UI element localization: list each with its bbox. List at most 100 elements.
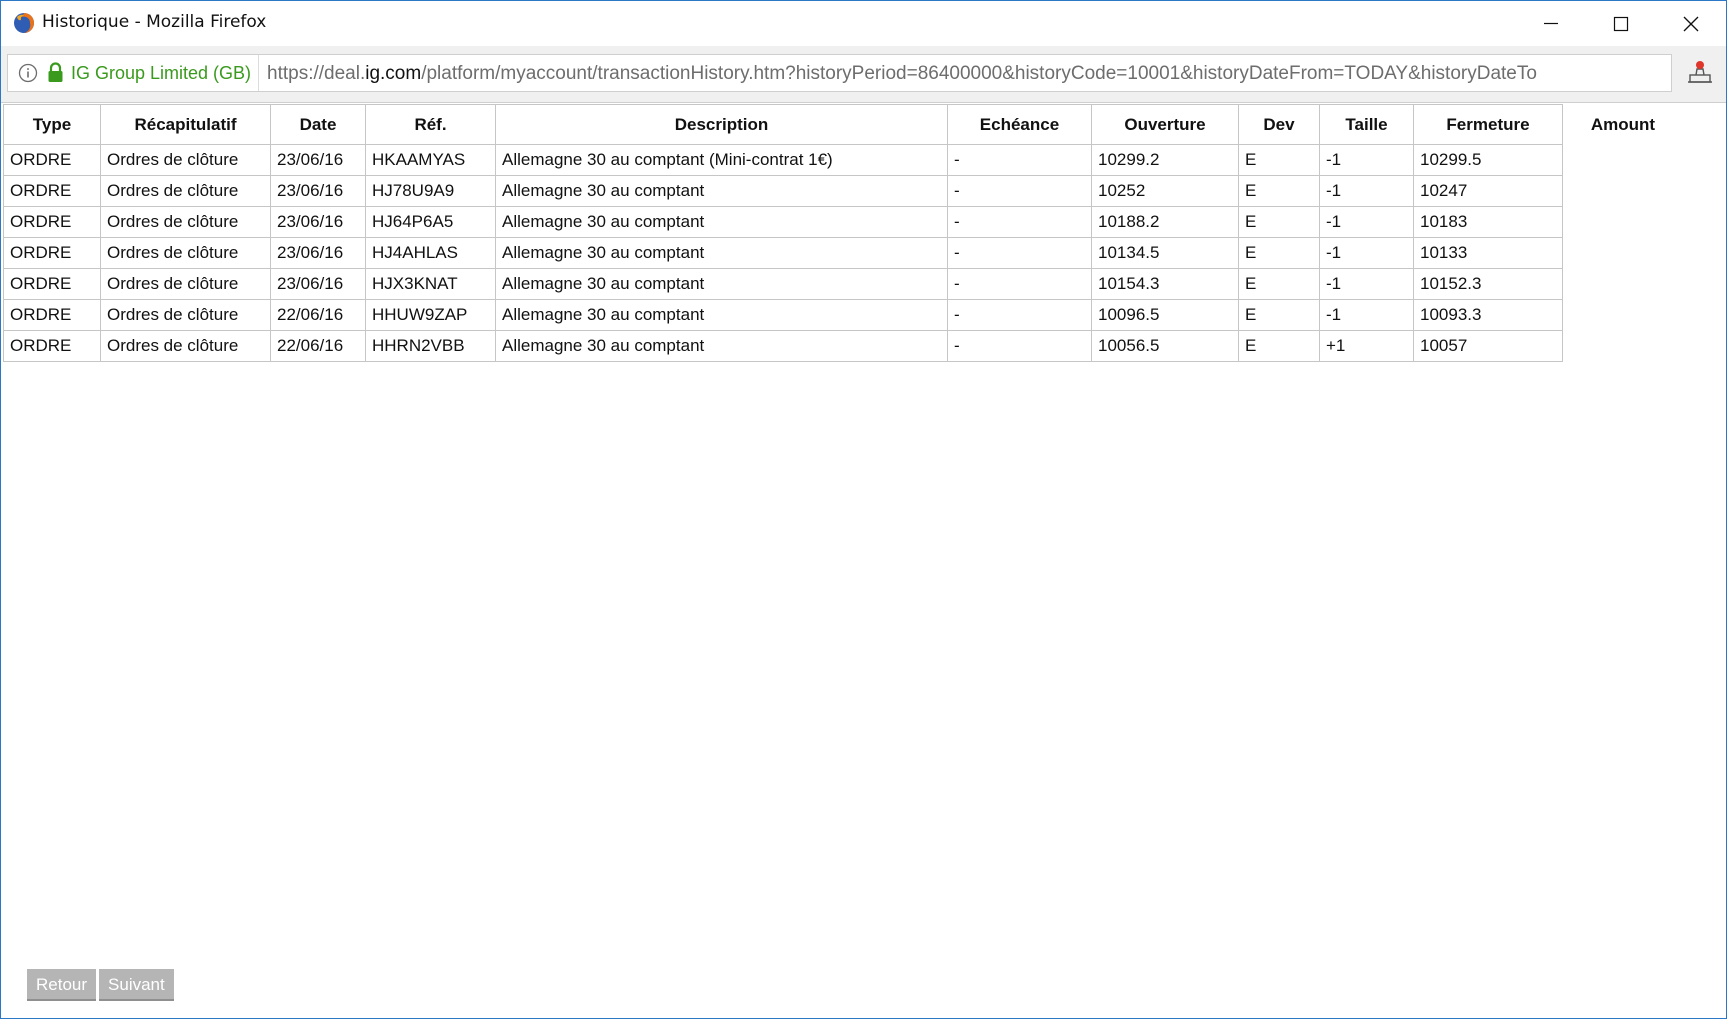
currency-cell: E — [1238, 268, 1320, 300]
column-header: Description — [495, 104, 948, 145]
column-header: Réf. — [365, 104, 496, 145]
maximize-button[interactable] — [1586, 1, 1656, 46]
type-cell: ORDRE — [3, 237, 101, 269]
closing-cell: 10133 — [1413, 237, 1563, 269]
size-cell: +1 — [1319, 330, 1414, 362]
summary-cell: Ordres de clôture — [100, 206, 271, 238]
info-icon[interactable] — [18, 63, 38, 83]
expiry-cell: - — [947, 175, 1092, 207]
navigation-toolbar: IG Group Limited (GB) https://deal.ig.co… — [1, 46, 1726, 103]
site-identity-label[interactable]: IG Group Limited (GB) — [71, 63, 251, 84]
type-cell: ORDRE — [3, 330, 101, 362]
summary-cell: Ordres de clôture — [100, 268, 271, 300]
page-content: Type Récapitulatif Date Réf. Description… — [1, 103, 1726, 1018]
closing-cell: 10183 — [1413, 206, 1563, 238]
date-cell: 23/06/16 — [270, 268, 366, 300]
reader-view-icon[interactable] — [1687, 59, 1713, 85]
opening-cell: 10299.2 — [1091, 144, 1239, 176]
summary-cell: Ordres de clôture — [100, 237, 271, 269]
table-row: ORDRE Ordres de clôture 23/06/16 HJ4AHLA… — [3, 237, 1684, 269]
column-header: Taille — [1319, 104, 1414, 145]
table-row: ORDRE Ordres de clôture 23/06/16 HJX3KNA… — [3, 268, 1684, 300]
url-bar[interactable]: IG Group Limited (GB) https://deal.ig.co… — [7, 54, 1672, 92]
close-button[interactable] — [1656, 1, 1726, 46]
amount-cell — [1563, 331, 1684, 362]
date-cell: 22/06/16 — [270, 299, 366, 331]
amount-cell — [1563, 300, 1684, 331]
opening-cell: 10056.5 — [1091, 330, 1239, 362]
size-cell: -1 — [1319, 144, 1414, 176]
currency-cell: E — [1238, 299, 1320, 331]
title-bar[interactable]: Historique - Mozilla Firefox — [1, 1, 1726, 46]
ref-cell: HJ4AHLAS — [365, 237, 496, 269]
opening-cell: 10096.5 — [1091, 299, 1239, 331]
size-cell: -1 — [1319, 237, 1414, 269]
description-cell: Allemagne 30 au comptant (Mini-contrat 1… — [495, 144, 948, 176]
url-text[interactable]: https://deal.ig.com/platform/myaccount/t… — [267, 63, 1667, 85]
column-header: Récapitulatif — [100, 104, 271, 145]
opening-cell: 10252 — [1091, 175, 1239, 207]
ref-cell: HHRN2VBB — [365, 330, 496, 362]
column-header: Echéance — [947, 104, 1092, 145]
table-body: ORDRE Ordres de clôture 23/06/16 HKAAMYA… — [3, 144, 1684, 362]
type-cell: ORDRE — [3, 206, 101, 238]
lock-icon[interactable] — [47, 62, 64, 83]
date-cell: 23/06/16 — [270, 206, 366, 238]
firefox-icon — [14, 13, 34, 33]
next-button[interactable]: Suivant — [99, 969, 174, 1001]
opening-cell: 10154.3 — [1091, 268, 1239, 300]
amount-cell — [1563, 238, 1684, 269]
summary-cell: Ordres de clôture — [100, 330, 271, 362]
ref-cell: HHUW9ZAP — [365, 299, 496, 331]
currency-cell: E — [1238, 237, 1320, 269]
currency-cell: E — [1238, 206, 1320, 238]
description-cell: Allemagne 30 au comptant — [495, 299, 948, 331]
browser-window: Historique - Mozilla Firefox IG Group Li… — [0, 0, 1727, 1019]
type-cell: ORDRE — [3, 268, 101, 300]
type-cell: ORDRE — [3, 299, 101, 331]
closing-cell: 10057 — [1413, 330, 1563, 362]
url-prefix: https://deal. — [267, 63, 366, 84]
closing-cell: 10093.3 — [1413, 299, 1563, 331]
type-cell: ORDRE — [3, 144, 101, 176]
amount-cell — [1563, 176, 1684, 207]
date-cell: 23/06/16 — [270, 144, 366, 176]
back-button[interactable]: Retour — [27, 969, 97, 1001]
column-header: Amount — [1590, 114, 1656, 134]
summary-cell: Ordres de clôture — [100, 175, 271, 207]
ref-cell: HJX3KNAT — [365, 268, 496, 300]
size-cell: -1 — [1319, 175, 1414, 207]
ref-cell: HJ78U9A9 — [365, 175, 496, 207]
amount-cell — [1563, 207, 1684, 238]
expiry-cell: - — [947, 144, 1092, 176]
description-cell: Allemagne 30 au comptant — [495, 237, 948, 269]
summary-cell: Ordres de clôture — [100, 299, 271, 331]
expiry-cell: - — [947, 268, 1092, 300]
description-cell: Allemagne 30 au comptant — [495, 330, 948, 362]
identity-divider — [258, 55, 259, 91]
date-cell: 23/06/16 — [270, 237, 366, 269]
minimize-button[interactable] — [1516, 1, 1586, 46]
column-header: Date — [270, 104, 366, 145]
description-cell: Allemagne 30 au comptant — [495, 268, 948, 300]
url-path: /platform/myaccount/transactionHistory.h… — [421, 63, 1537, 84]
currency-cell: E — [1238, 144, 1320, 176]
column-header: Ouverture — [1091, 104, 1239, 145]
maximize-icon — [1613, 16, 1629, 32]
column-header: Type — [3, 104, 101, 145]
expiry-cell: - — [947, 299, 1092, 331]
closing-cell: 10299.5 — [1413, 144, 1563, 176]
amount-cell — [1563, 269, 1684, 300]
column-header: Dev — [1238, 104, 1320, 145]
table-row: ORDRE Ordres de clôture 22/06/16 HHRN2VB… — [3, 330, 1684, 362]
expiry-cell: - — [947, 330, 1092, 362]
opening-cell: 10188.2 — [1091, 206, 1239, 238]
opening-cell: 10134.5 — [1091, 237, 1239, 269]
table-row: ORDRE Ordres de clôture 23/06/16 HJ64P6A… — [3, 206, 1684, 238]
expiry-cell: - — [947, 237, 1092, 269]
currency-cell: E — [1238, 175, 1320, 207]
size-cell: -1 — [1319, 268, 1414, 300]
close-icon — [1683, 16, 1699, 32]
currency-cell: E — [1238, 330, 1320, 362]
url-domain: ig.com — [365, 63, 422, 84]
